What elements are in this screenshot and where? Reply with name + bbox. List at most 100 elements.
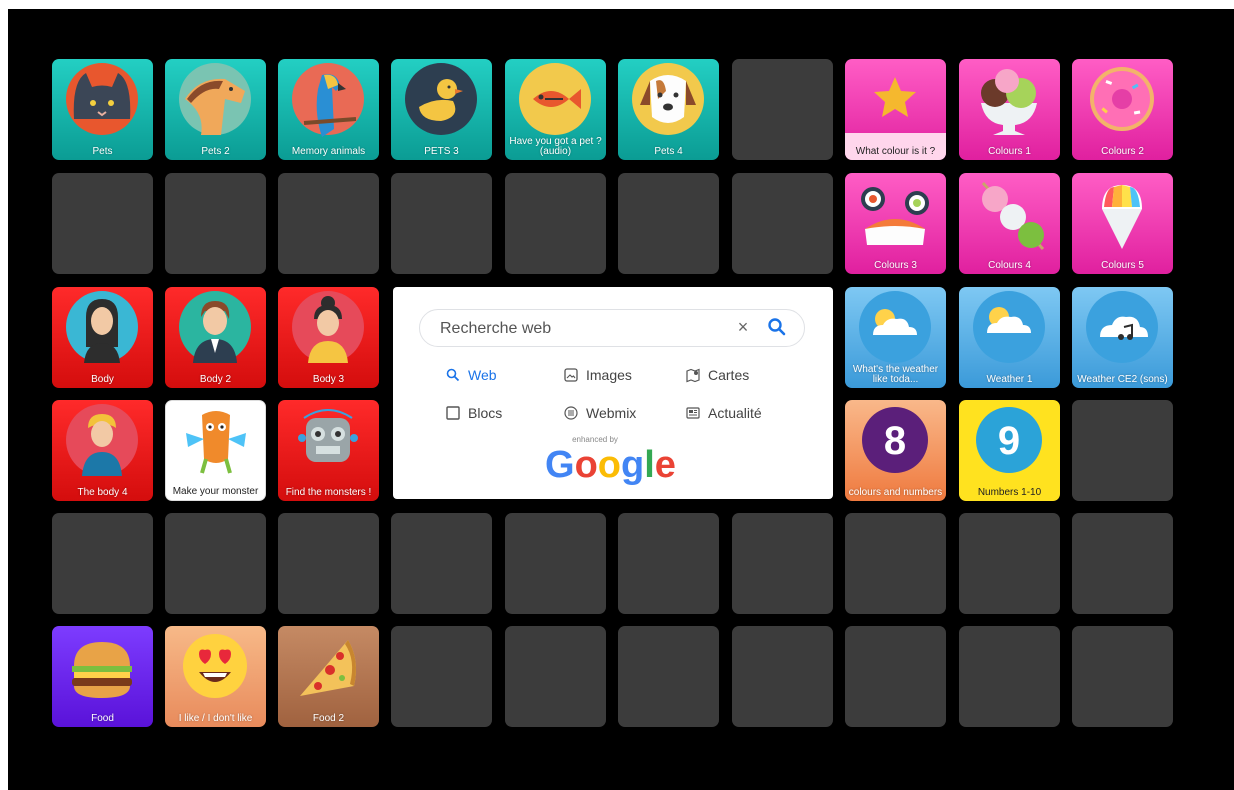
tile-empty	[1072, 513, 1173, 614]
checkbox-icon	[446, 406, 460, 420]
sushi-icon	[861, 187, 929, 245]
google-logo-letter: e	[655, 444, 676, 485]
google-logo: Google	[545, 444, 676, 485]
option-label: Webmix	[586, 405, 637, 421]
tile-make-your-monster[interactable]: Make your monster	[165, 400, 266, 501]
webmix-icon	[564, 406, 578, 420]
tile-label: Food	[91, 713, 114, 724]
search-icon	[446, 368, 460, 382]
badge-number: 8	[884, 419, 906, 463]
tile-find-the-monsters[interactable]: Find the monsters !	[278, 400, 379, 501]
horse-icon	[179, 63, 251, 135]
cloud-sun-icon	[973, 291, 1045, 363]
tile-colours-5[interactable]: Colours 5	[1072, 173, 1173, 274]
option-label: Web	[468, 367, 497, 383]
tile-label: PETS 3	[424, 146, 459, 157]
tile-weather-ce2[interactable]: Weather CE2 (sons)	[1072, 287, 1173, 388]
tile-i-like-i-dont-like[interactable]: I like / I don't like	[165, 626, 266, 727]
tile-colours-3[interactable]: Colours 3	[845, 173, 946, 274]
tile-label: colours and numbers	[848, 487, 943, 498]
tile-empty	[732, 59, 833, 160]
heart-eyes-emoji-icon	[183, 634, 247, 698]
search-icon[interactable]	[766, 316, 788, 338]
google-logo-letter: g	[621, 444, 644, 485]
tile-label: I like / I don't like	[178, 713, 253, 724]
tile-empty	[1072, 400, 1173, 501]
tile-label: Have you got a pet ? (audio)	[509, 136, 602, 157]
boy-avatar-icon	[66, 404, 138, 476]
search-option-cartes[interactable]: Cartes	[685, 367, 749, 383]
tile-the-body-4[interactable]: The body 4	[52, 400, 153, 501]
google-logo-letter: o	[598, 444, 621, 485]
search-option-actualite[interactable]: Actualité	[685, 405, 762, 421]
dog-icon	[632, 63, 704, 135]
search-option-images[interactable]: Images	[563, 367, 632, 383]
tile-weather-1[interactable]: Weather 1	[959, 287, 1060, 388]
tile-label: Numbers 1-10	[977, 487, 1042, 498]
tile-body[interactable]: Body	[52, 287, 153, 388]
tile-empty	[505, 626, 606, 727]
tile-pets-4[interactable]: Pets 4	[618, 59, 719, 160]
tile-food-2[interactable]: Food 2	[278, 626, 379, 727]
tile-memory-animals[interactable]: Memory animals	[278, 59, 379, 160]
google-logo-letter: o	[575, 444, 598, 485]
image-icon	[564, 368, 578, 382]
tile-empty	[732, 173, 833, 274]
tile-label: The body 4	[77, 487, 128, 498]
symbol-grid-board: Pets Pets 2 Memory animals PETS 3 Have y…	[8, 9, 1234, 790]
tile-what-colour-is-it[interactable]: What colour is it ?	[845, 59, 946, 160]
tile-label: Weather CE2 (sons)	[1077, 374, 1168, 385]
tile-body-3[interactable]: Body 3	[278, 287, 379, 388]
ice-cream-icon	[981, 69, 1037, 135]
tile-colours-and-numbers[interactable]: 8 colours and numbers	[845, 400, 946, 501]
search-box: ×	[419, 309, 805, 347]
tile-label: Pets	[92, 146, 113, 157]
tile-colours-1[interactable]: Colours 1	[959, 59, 1060, 160]
tile-label: What colour is it ?	[855, 146, 936, 157]
tile-empty	[505, 513, 606, 614]
search-option-web[interactable]: Web	[445, 367, 497, 383]
tile-label: Colours 1	[988, 146, 1031, 157]
woman-avatar-icon	[66, 291, 138, 363]
pizza-icon	[300, 640, 356, 696]
badge-number: 9	[998, 419, 1020, 463]
tile-empty	[165, 173, 266, 274]
tile-colours-4[interactable]: Colours 4	[959, 173, 1060, 274]
option-label: Blocs	[468, 405, 503, 421]
tile-pets-3[interactable]: PETS 3	[391, 59, 492, 160]
tile-label: Memory animals	[291, 146, 366, 157]
tile-food[interactable]: Food	[52, 626, 153, 727]
tile-body-2[interactable]: Body 2	[165, 287, 266, 388]
tile-label: Pets 4	[654, 146, 683, 157]
tile-whats-the-weather[interactable]: What's the weather like toda...	[845, 287, 946, 388]
donut-icon	[1090, 67, 1154, 131]
tile-label: Pets 2	[201, 146, 230, 157]
tile-empty	[732, 626, 833, 727]
clear-search-button[interactable]: ×	[734, 318, 752, 336]
search-input[interactable]	[438, 318, 732, 340]
tile-label: Weather 1	[986, 374, 1033, 385]
tile-label: Body 2	[199, 374, 232, 385]
tile-empty	[391, 513, 492, 614]
tile-empty	[845, 513, 946, 614]
web-search-widget: × Web Images Cartes Blocs Webmix	[393, 287, 833, 499]
tile-have-you-got-a-pet[interactable]: Have you got a pet ? (audio)	[505, 59, 606, 160]
tile-pets[interactable]: Pets	[52, 59, 153, 160]
option-label: Actualité	[708, 405, 762, 421]
search-option-webmix[interactable]: Webmix	[563, 405, 636, 421]
cat-icon	[66, 63, 138, 135]
robot-icon	[298, 409, 358, 462]
tile-empty	[1072, 626, 1173, 727]
tile-empty	[618, 626, 719, 727]
search-option-blocs[interactable]: Blocs	[445, 405, 502, 421]
tile-empty	[732, 513, 833, 614]
tile-empty	[959, 626, 1060, 727]
tile-empty	[278, 173, 379, 274]
tile-pets-2[interactable]: Pets 2	[165, 59, 266, 160]
tile-numbers-1-10[interactable]: 9 Numbers 1-10	[959, 400, 1060, 501]
tile-label: Colours 4	[988, 260, 1031, 271]
tile-empty	[52, 173, 153, 274]
tile-colours-2[interactable]: Colours 2	[1072, 59, 1173, 160]
tile-label: Body	[91, 374, 114, 385]
tile-empty	[391, 173, 492, 274]
